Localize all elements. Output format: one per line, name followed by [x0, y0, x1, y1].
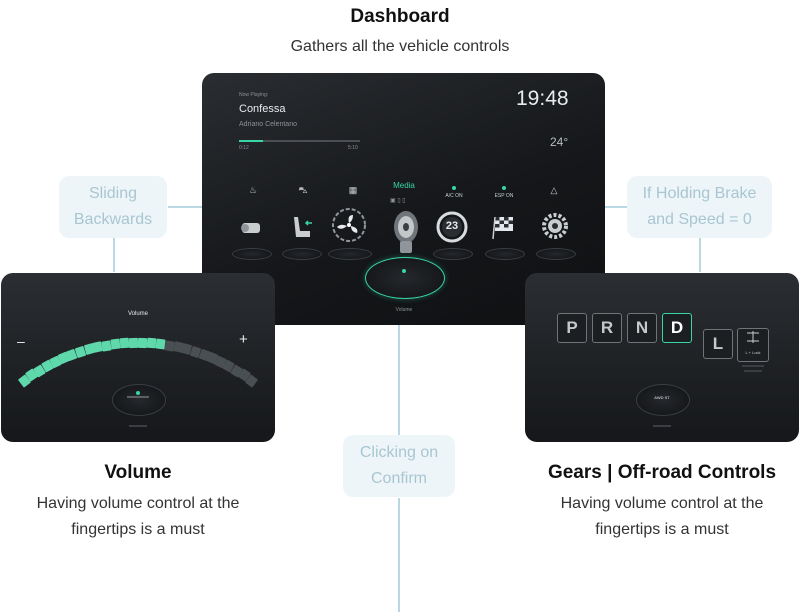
annotation-right-text: If Holding Brake and Speed = 0	[642, 185, 757, 228]
time-elapsed: 0:12	[239, 145, 249, 151]
seat-button[interactable]	[286, 213, 316, 243]
now-playing-label: Now Playing:	[239, 92, 269, 98]
control-knob[interactable]	[365, 257, 445, 299]
gear-knob[interactable]	[636, 384, 690, 416]
volume-segment	[119, 338, 130, 349]
camera-icon	[241, 223, 260, 233]
fan-speed-button[interactable]: 23	[436, 211, 468, 243]
annotation-left-text: Sliding Backwards	[73, 185, 153, 228]
dashboard-title: Dashboard	[350, 6, 450, 27]
volume-slider[interactable]	[1, 273, 275, 442]
gear-n[interactable]: N	[627, 313, 657, 343]
volume-screen: Volume – +	[1, 273, 275, 442]
camera-button[interactable]	[236, 215, 266, 241]
gear-l[interactable]: L	[703, 329, 733, 359]
car-indicator-icon: ⛍	[298, 185, 308, 195]
knob-caption: Volume	[395, 307, 413, 313]
icon-shadow	[232, 248, 272, 260]
axle-lock-icon	[747, 331, 759, 343]
gear-caption-bar	[744, 370, 762, 372]
checkered-flag-icon	[492, 216, 513, 240]
volume-subtitle-line2: fingertips is a must	[71, 521, 205, 538]
esp-label: ESP ON	[494, 193, 514, 199]
lock-label: L + Lock	[745, 350, 761, 355]
volume-knob[interactable]	[112, 384, 166, 416]
ac-label: A/C ON	[445, 193, 463, 199]
gears-screen: P R N D L L + Lock AWD ST	[525, 273, 799, 442]
connector-bottom-lower	[398, 498, 400, 612]
seat-heat-indicator-icon: ♨	[248, 185, 258, 195]
time-total: 5:10	[348, 145, 358, 151]
ac-status-dot	[452, 186, 456, 190]
gears-subtitle-line1: Having volume control at the	[560, 495, 764, 512]
race-flag-button[interactable]	[489, 213, 519, 241]
artist-name: Adriano Celentano	[239, 121, 297, 128]
gear-caption-bar	[742, 365, 764, 367]
clock: 19:48	[516, 87, 569, 110]
volume-knob-label	[127, 396, 149, 398]
icon-shadow	[282, 248, 322, 260]
icon-shadow	[485, 248, 525, 260]
annotation-sliding-backwards: Sliding Backwards	[59, 176, 167, 238]
annotation-bottom-text: Clicking on Confirm	[359, 444, 439, 487]
volume-caption-bar	[129, 425, 147, 427]
gear-r[interactable]: R	[592, 313, 622, 343]
connector-right-horizontal	[604, 206, 628, 208]
volume-segment	[128, 337, 139, 349]
volume-subtitle-line1: Having volume control at the	[36, 495, 240, 512]
gear-d[interactable]: D	[662, 313, 692, 343]
icon-shadow	[328, 248, 372, 260]
gears-subtitle-line2: fingertips is a must	[595, 521, 729, 538]
gear-icon	[542, 213, 568, 239]
speaker-icon	[394, 211, 418, 253]
defrost-indicator-icon: ▦	[348, 185, 358, 195]
annotation-clicking-confirm: Clicking on Confirm	[343, 435, 455, 497]
icon-shadow	[536, 248, 576, 260]
connector-left-vertical	[113, 238, 115, 272]
connector-right-vertical	[699, 238, 701, 272]
progress-fill	[239, 140, 264, 142]
gears-title: Gears | Off-road Controls	[547, 462, 777, 483]
esp-status-dot	[502, 186, 506, 190]
gear-knob-text: AWD ST	[654, 395, 670, 400]
fan-button[interactable]	[331, 207, 367, 243]
speaker-media-button[interactable]	[386, 207, 426, 257]
fan-speed-value: 23	[445, 220, 459, 232]
alarm-indicator-icon: △	[550, 185, 558, 195]
lock-mode-button[interactable]: L + Lock	[737, 328, 769, 362]
media-label[interactable]: Media	[382, 181, 426, 190]
annotation-holding-brake: If Holding Brake and Speed = 0	[627, 176, 772, 238]
progress-track[interactable]	[239, 140, 360, 142]
settings-button[interactable]	[540, 211, 570, 241]
gear-p[interactable]: P	[557, 313, 587, 343]
temperature: 24°	[550, 135, 569, 149]
connector-bottom-upper	[398, 325, 400, 435]
knob-indicator	[402, 269, 406, 273]
dashboard-subtitle: Gathers all the vehicle controls	[290, 38, 510, 55]
connector-left-horizontal	[168, 206, 202, 208]
seat-icon	[294, 217, 312, 237]
gear-knob-caption	[653, 425, 671, 427]
volume-knob-indicator	[136, 391, 140, 395]
volume-title: Volume	[104, 462, 172, 483]
song-title: Confessa	[239, 103, 286, 115]
fan-icon	[332, 208, 366, 242]
icon-shadow	[433, 248, 473, 260]
media-sub-icons: ▣ ▯ ▯	[390, 198, 406, 204]
